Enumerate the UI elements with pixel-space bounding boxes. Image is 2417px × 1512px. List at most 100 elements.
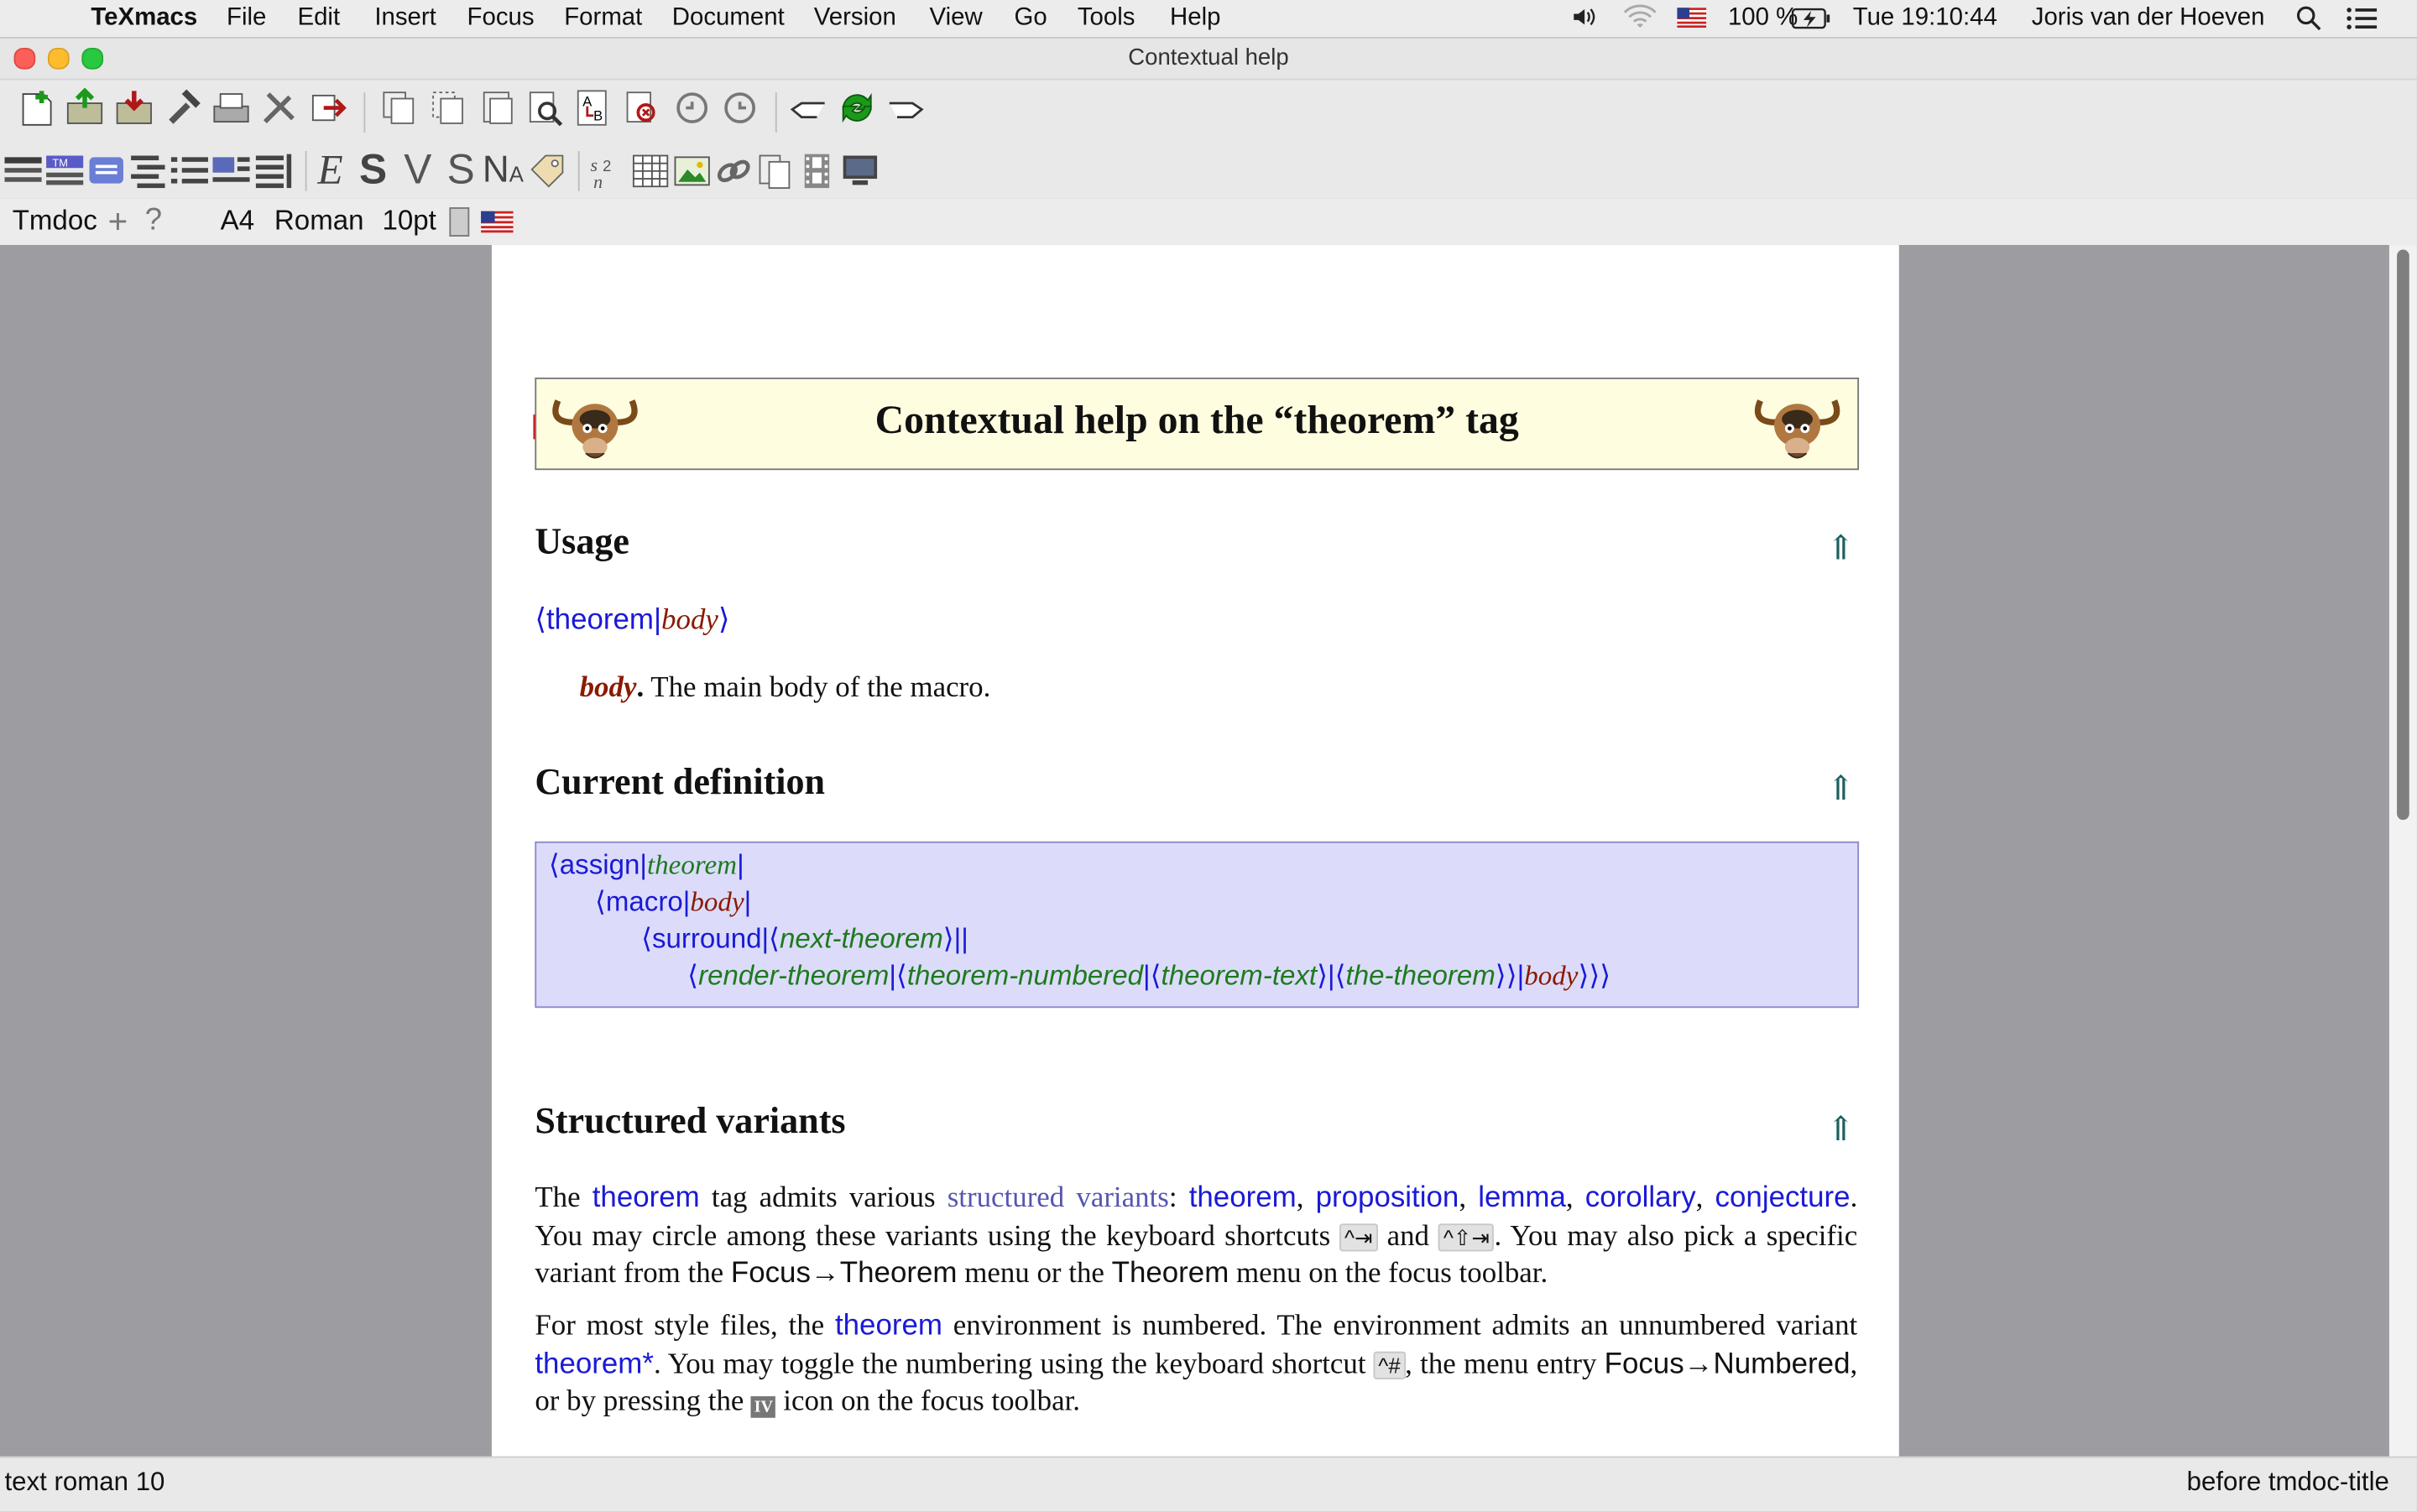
menu-format[interactable]: Format <box>564 5 642 33</box>
emphasize-icon[interactable]: E <box>317 146 342 194</box>
window-titlebar: Contextual help <box>0 38 2417 79</box>
font-size-menu[interactable]: 10pt <box>383 205 436 237</box>
window-title: Contextual help <box>1128 44 1289 71</box>
definition-heading: Current definition <box>535 763 826 803</box>
font-menu[interactable]: Roman <box>274 205 364 237</box>
structured-variants-link[interactable]: structured variants <box>947 1182 1169 1215</box>
theorem-link[interactable]: theorem <box>593 1182 700 1215</box>
preferences-tools-icon[interactable] <box>259 88 300 128</box>
page-layout-icon[interactable] <box>448 206 470 237</box>
copy-icon[interactable] <box>379 88 420 128</box>
name-icon[interactable]: NA <box>483 149 524 192</box>
itemize-icon[interactable] <box>170 151 210 191</box>
shortcut-key-1: ^⇥ <box>1339 1223 1378 1251</box>
tmdoc-title-box: Contextual help on the “theorem” tag <box>535 377 1860 471</box>
samp-icon[interactable]: S <box>447 146 475 194</box>
spell-check-icon[interactable] <box>623 88 663 128</box>
cut-icon[interactable] <box>429 88 469 128</box>
animation-film-icon[interactable] <box>797 151 838 191</box>
paragraph-icon[interactable] <box>86 151 127 191</box>
save-document-icon[interactable] <box>114 88 154 128</box>
variant-corollary-link[interactable]: corollary <box>1585 1182 1696 1215</box>
variants-up-arrow-icon[interactable]: ⇑ <box>1826 1109 1855 1150</box>
redo-icon[interactable] <box>720 88 760 128</box>
usage-syntax: ⟨theorem|body⟩ <box>535 603 730 637</box>
link-icon[interactable] <box>713 151 754 191</box>
menu-help[interactable]: Help <box>1170 5 1220 33</box>
back-hand-icon[interactable] <box>788 88 828 128</box>
style-help-button[interactable]: ? <box>145 203 162 238</box>
notification-center-icon[interactable] <box>2346 6 2378 39</box>
status-left: text roman 10 <box>4 1467 165 1497</box>
svg-text:TM: TM <box>52 156 68 169</box>
language-flag-icon[interactable] <box>481 211 514 233</box>
style-menu[interactable]: Tmdoc <box>13 205 97 237</box>
wifi-icon[interactable] <box>1623 4 1657 39</box>
build-hammer-icon[interactable] <box>164 88 204 128</box>
session-monitor-icon[interactable] <box>840 151 880 191</box>
section-icon[interactable] <box>3 151 44 191</box>
user-name[interactable]: Joris van der Hoeven <box>2032 5 2265 33</box>
label-tag-icon[interactable] <box>527 151 567 191</box>
image-icon[interactable] <box>672 151 713 191</box>
battery-percent[interactable]: 100 % <box>1728 5 1798 33</box>
paper-size-menu[interactable]: A4 <box>221 205 254 237</box>
tmdoc-title-icon[interactable]: TM <box>44 151 85 191</box>
image-text-icon[interactable] <box>211 151 252 191</box>
svg-text:n: n <box>593 171 603 191</box>
forward-hand-icon[interactable] <box>886 88 927 128</box>
close-document-icon[interactable] <box>308 88 348 128</box>
verbatim-icon[interactable]: V <box>404 146 431 194</box>
variant-theorem-link[interactable]: theorem <box>1189 1182 1297 1215</box>
undo-icon[interactable] <box>672 88 713 128</box>
menu-document[interactable]: Document <box>672 5 785 33</box>
menu-focus[interactable]: Focus <box>467 5 535 33</box>
usage-up-arrow-icon[interactable]: ⇑ <box>1826 529 1855 569</box>
paste-icon[interactable] <box>477 88 517 128</box>
open-document-icon[interactable] <box>65 87 105 128</box>
status-right: before tmdoc-title <box>2186 1467 2389 1497</box>
footnote-icon[interactable] <box>755 151 796 191</box>
usage-argument-description: body. The main body of the macro. <box>579 671 991 705</box>
menu-version[interactable]: Version <box>814 5 896 33</box>
variant-proposition-link[interactable]: proposition <box>1316 1182 1459 1215</box>
definition-up-arrow-icon[interactable]: ⇑ <box>1826 769 1855 810</box>
clock[interactable]: Tue 19:10:44 <box>1853 5 1997 33</box>
menu-tools[interactable]: Tools <box>1078 5 1135 33</box>
print-icon[interactable] <box>211 88 252 128</box>
menu-go[interactable]: Go <box>1015 5 1047 33</box>
menu-bar: TeXmacs File Edit Insert Focus Format Do… <box>0 0 2417 39</box>
definition-line-1: ⟨assign|theorem| <box>548 849 744 880</box>
align-icon[interactable] <box>128 151 168 191</box>
menu-file[interactable]: File <box>227 5 266 33</box>
definition-box: ⟨assign|theorem| ⟨macro|body| ⟨surround|… <box>535 841 1860 1009</box>
scrollbar-thumb[interactable] <box>2397 249 2409 821</box>
new-document-icon[interactable] <box>17 88 57 128</box>
us-flag-icon[interactable] <box>1677 8 1707 35</box>
variant-conjecture-link[interactable]: conjecture <box>1715 1182 1851 1215</box>
variant-lemma-link[interactable]: lemma <box>1478 1182 1566 1215</box>
indent-icon[interactable] <box>253 151 293 191</box>
document-page[interactable]: Contextual help on the “theorem” tag Usa… <box>491 245 1899 1457</box>
numbered-toggle-icon: IV <box>751 1396 776 1418</box>
reload-icon[interactable] <box>837 88 877 128</box>
spotlight-search-icon[interactable] <box>2295 5 2323 40</box>
speaker-icon[interactable] <box>1571 3 1599 39</box>
add-package-button[interactable]: + <box>108 202 128 242</box>
battery-icon[interactable] <box>1791 8 1831 37</box>
search-icon[interactable] <box>525 88 566 128</box>
theorem-star-link[interactable]: theorem* <box>535 1348 654 1380</box>
menu-app[interactable]: TeXmacs <box>91 5 197 33</box>
replace-icon[interactable]: AB <box>573 88 613 128</box>
mode-toolbar: TM E S V S NA s2n <box>0 143 2417 199</box>
menu-edit[interactable]: Edit <box>297 5 340 33</box>
math-icon[interactable]: s2n <box>589 151 629 192</box>
svg-text:B: B <box>593 107 603 123</box>
theorem-env-link[interactable]: theorem <box>835 1310 942 1343</box>
definition-line-4: ⟨render-theorem|⟨theorem-numbered|⟨theor… <box>687 960 1611 991</box>
strong-icon[interactable]: S <box>359 146 387 194</box>
table-icon[interactable] <box>630 151 671 191</box>
menu-insert[interactable]: Insert <box>374 5 436 33</box>
menu-view[interactable]: View <box>930 5 983 33</box>
variants-paragraph-2: For most style files, the theorem enviro… <box>535 1310 1858 1418</box>
